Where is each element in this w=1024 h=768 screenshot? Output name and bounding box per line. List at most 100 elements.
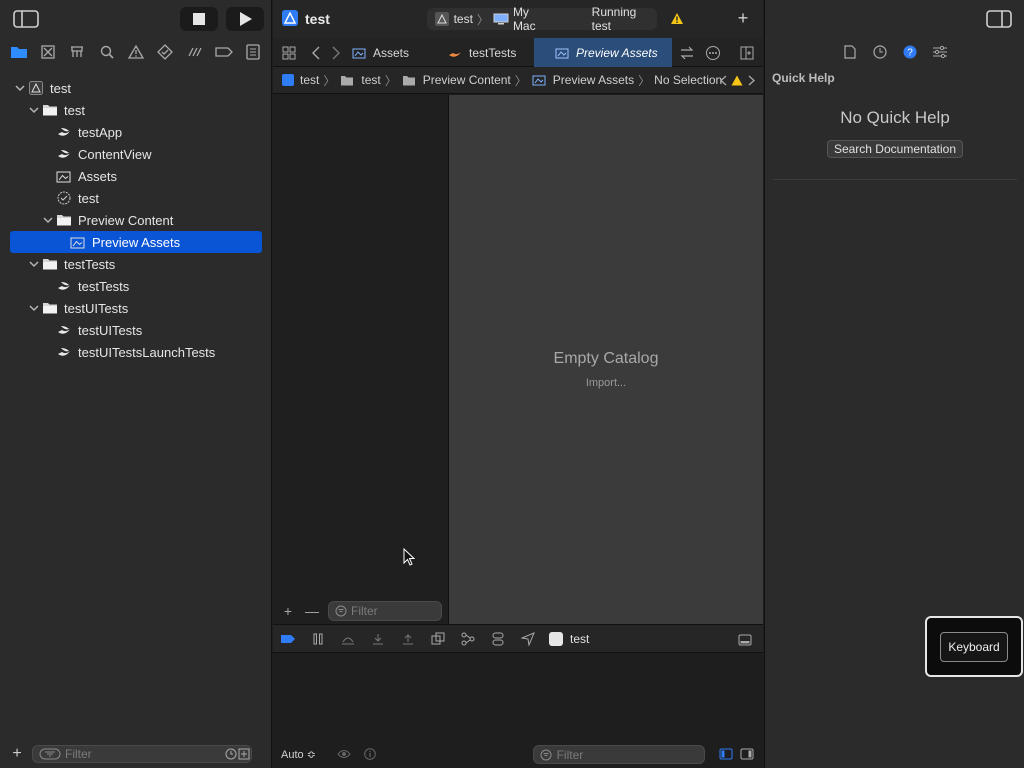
- breadcrumb-preview-assets[interactable]: Preview Assets: [531, 73, 634, 87]
- history-inspector-icon[interactable]: [870, 42, 890, 62]
- issue-navigator-icon[interactable]: [125, 41, 147, 63]
- swift-file-icon: [56, 323, 72, 337]
- breadcrumb-separator: 〉: [384, 73, 397, 88]
- add-editor-icon[interactable]: [739, 45, 755, 61]
- library-add-icon[interactable]: +: [735, 8, 751, 28]
- tree-item-label: Preview Content: [78, 212, 174, 228]
- breakpoints-toggle-icon[interactable]: [273, 629, 303, 649]
- tree-item[interactable]: Preview Assets: [10, 231, 262, 253]
- search-documentation-button[interactable]: Search Documentation: [827, 140, 963, 158]
- tree-item[interactable]: ContentView: [10, 143, 262, 165]
- breadcrumb-project[interactable]: test: [282, 73, 319, 87]
- report-navigator-icon[interactable]: [242, 41, 264, 63]
- tree-item[interactable]: testUITestsLaunchTests: [10, 341, 262, 363]
- asset-catalog-canvas[interactable]: Empty Catalog Import...: [449, 95, 763, 624]
- environment-overrides-icon[interactable]: [483, 629, 513, 649]
- tab-assets[interactable]: Assets: [351, 38, 423, 67]
- tree-item[interactable]: testTests: [10, 275, 262, 297]
- memory-graph-icon[interactable]: [453, 629, 483, 649]
- more-options-icon[interactable]: [705, 45, 721, 61]
- step-over-icon[interactable]: [333, 629, 363, 649]
- source-control-icon[interactable]: [37, 41, 59, 63]
- hide-debug-area-icon[interactable]: [737, 632, 753, 648]
- stop-button[interactable]: [180, 7, 218, 31]
- app-icon: [282, 74, 294, 86]
- disclosure-chevron-icon[interactable]: [28, 302, 40, 314]
- breakpoint-navigator-icon[interactable]: [213, 41, 235, 63]
- disclosure-chevron-icon[interactable]: [42, 214, 54, 226]
- pause-icon[interactable]: [303, 629, 333, 649]
- file-inspector-icon[interactable]: [840, 42, 860, 62]
- show-variables-view-icon[interactable]: [718, 747, 734, 761]
- tree-item[interactable]: test: [10, 99, 262, 121]
- swap-icon[interactable]: [679, 45, 695, 61]
- console-filter-input[interactable]: [556, 747, 704, 762]
- tree-item[interactable]: Preview Content: [10, 209, 262, 231]
- project-navigator-icon[interactable]: [8, 41, 30, 63]
- symbol-navigator-icon[interactable]: [66, 41, 88, 63]
- import-link[interactable]: Import...: [449, 377, 763, 389]
- debug-bar: test: [273, 624, 763, 653]
- location-icon[interactable]: [513, 629, 543, 649]
- disclosure-chevron-icon[interactable]: [28, 258, 40, 270]
- tab-label: testTests: [469, 45, 517, 60]
- keyboard-popup: Keyboard: [925, 616, 1023, 677]
- navigator-filter-input[interactable]: [65, 747, 226, 761]
- tree-item[interactable]: testApp: [10, 121, 262, 143]
- tree-item[interactable]: testTests: [10, 253, 262, 275]
- disclosure-chevron-icon[interactable]: [14, 82, 26, 94]
- info-icon[interactable]: [362, 747, 378, 761]
- step-into-icon[interactable]: [363, 629, 393, 649]
- asset-filter-field[interactable]: [328, 601, 442, 621]
- tab-testtests[interactable]: testTests: [445, 38, 535, 67]
- add-asset-icon[interactable]: +: [280, 603, 296, 619]
- tree-item[interactable]: test: [10, 77, 262, 99]
- toggle-navigator-icon[interactable]: [12, 9, 40, 29]
- disclosure-chevron-icon[interactable]: [28, 104, 40, 116]
- next-issue-icon[interactable]: [745, 73, 757, 87]
- warning-icon[interactable]: [669, 11, 685, 25]
- forward-icon[interactable]: [329, 45, 343, 61]
- run-button[interactable]: [226, 7, 264, 31]
- attributes-inspector-icon[interactable]: [930, 42, 950, 62]
- console-filter-field[interactable]: [533, 745, 705, 764]
- recent-files-icon[interactable]: [225, 748, 237, 760]
- eye-icon[interactable]: [336, 747, 352, 761]
- breadcrumb-folder[interactable]: test: [339, 73, 381, 87]
- filter-options-icon[interactable]: [39, 748, 61, 760]
- source-control-filter-icon[interactable]: [237, 748, 251, 760]
- previous-issue-icon[interactable]: [717, 73, 729, 87]
- show-console-view-icon[interactable]: [739, 747, 755, 761]
- tree-item-label: testUITests: [78, 322, 143, 338]
- tab-preview-assets[interactable]: Preview Assets: [534, 38, 672, 67]
- folder-icon: [42, 103, 58, 117]
- step-out-icon[interactable]: [393, 629, 423, 649]
- console-mode-select[interactable]: Auto ≎: [281, 748, 316, 761]
- warning-icon[interactable]: [730, 74, 744, 87]
- breadcrumb-preview-content[interactable]: Preview Content: [401, 73, 511, 87]
- add-icon[interactable]: +: [8, 745, 26, 763]
- editor-grid-icon[interactable]: [281, 45, 297, 61]
- breadcrumb-separator: 〉: [514, 73, 527, 88]
- breadcrumb-selection[interactable]: No Selection: [654, 73, 722, 87]
- asset-filter-input[interactable]: [351, 604, 441, 618]
- navigator-filter-field[interactable]: [32, 745, 252, 763]
- tree-item[interactable]: testUITests: [10, 319, 262, 341]
- tree-item[interactable]: Assets: [10, 165, 262, 187]
- quick-help-inspector-icon[interactable]: ?: [900, 42, 920, 62]
- view-hierarchy-icon[interactable]: [423, 629, 453, 649]
- tree-item[interactable]: test: [10, 187, 262, 209]
- search-icon[interactable]: [96, 41, 118, 63]
- test-navigator-icon[interactable]: [154, 41, 176, 63]
- keyboard-button[interactable]: Keyboard: [940, 632, 1008, 662]
- tree-item[interactable]: testUITests: [10, 297, 262, 319]
- debug-navigator-icon[interactable]: [184, 41, 206, 63]
- back-icon[interactable]: [309, 45, 323, 61]
- remove-asset-icon[interactable]: —: [304, 603, 320, 619]
- scheme-selector[interactable]: test 〉 My Mac Running test: [427, 5, 657, 33]
- toggle-inspector-icon[interactable]: [985, 9, 1013, 29]
- asset-list[interactable]: [273, 95, 449, 598]
